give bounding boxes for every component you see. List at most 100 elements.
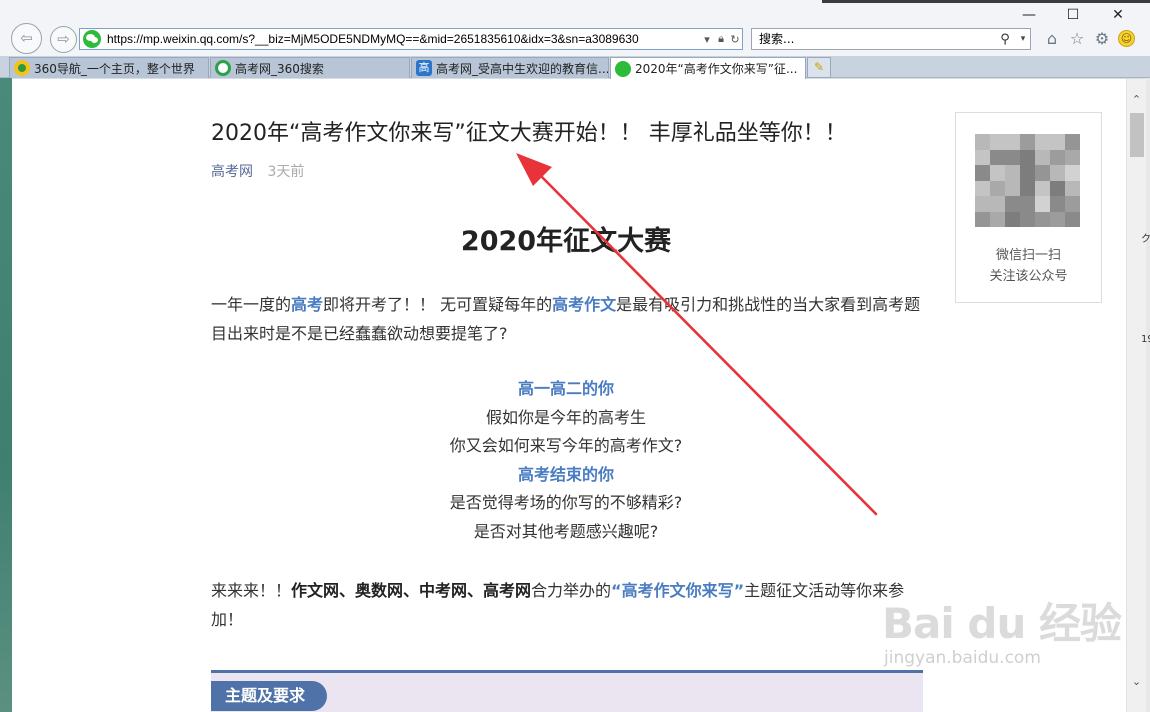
center-line: 你又会如何来写今年的高考作文?: [449, 436, 683, 455]
edge-fragment: 19: [1141, 334, 1150, 345]
qr-cell: [1020, 196, 1035, 212]
address-url[interactable]: https://mp.weixin.qq.com/s?__biz=MjM5ODE…: [107, 32, 700, 46]
article-source-link[interactable]: 高考网: [211, 164, 253, 180]
section-header: 主题及要求: [211, 670, 923, 712]
qr-cell: [975, 134, 990, 150]
intro-text: 即将开考了！！ 无可置疑每年的: [323, 295, 553, 314]
qr-cell: [975, 165, 990, 181]
qr-cell: [1020, 165, 1035, 181]
search-icon[interactable]: ⚲: [994, 32, 1016, 47]
qr-cell: [1020, 211, 1035, 227]
favorites-star-icon[interactable]: ☆: [1066, 28, 1088, 50]
qr-cell: [1035, 180, 1050, 196]
qr-cell: [1065, 134, 1080, 150]
desktop-edge: [1146, 78, 1150, 712]
qr-cell: [990, 196, 1005, 212]
closing-text: 来来来！！: [211, 581, 292, 600]
tab-label: 高考网_受高中生欢迎的教育信...: [436, 61, 608, 76]
titlebar-shadow: [822, 0, 1150, 3]
qr-cell: [1020, 180, 1035, 196]
home-icon[interactable]: ⌂: [1041, 28, 1063, 50]
center-line: 高考结束的你: [517, 464, 614, 484]
address-bar[interactable]: https://mp.weixin.qq.com/s?__biz=MjM5ODE…: [79, 28, 743, 50]
settings-gear-icon[interactable]: ⚙: [1091, 28, 1113, 50]
tab-wechat-article[interactable]: 2020年“高考作文你来写”征...: [610, 57, 806, 79]
smiley-feedback-icon[interactable]: ☺: [1118, 30, 1135, 47]
closing-paragraph: 来来来！！作文网、奥数网、中考网、高考网合力举办的“高考作文你来写”主题征文活动…: [211, 576, 931, 634]
center-line: 是否觉得考场的你写的不够精彩?: [449, 493, 683, 512]
360-icon: [14, 60, 30, 76]
qr-cell: [1005, 211, 1020, 227]
keyword-link[interactable]: 高考作文: [552, 295, 616, 314]
desktop-background-strip: [0, 78, 12, 712]
qr-cell: [990, 165, 1005, 181]
qr-cell: [975, 211, 990, 227]
article-heading: 2020年征文大赛: [460, 226, 672, 257]
tab-360-search[interactable]: 高考网_360搜索: [210, 57, 410, 78]
qr-cell: [1065, 196, 1080, 212]
qr-cell: [1050, 134, 1065, 150]
lock-icon[interactable]: 🔒︎: [714, 32, 728, 46]
center-text-block: 高一高二的你 假如你是今年的高考生 你又会如何来写今年的高考作文? 高考结束的你…: [211, 375, 921, 546]
qr-cell: [1035, 211, 1050, 227]
qr-cell: [1065, 211, 1080, 227]
dropdown-icon[interactable]: ▾: [700, 33, 714, 46]
forward-button[interactable]: ⇨: [50, 26, 77, 53]
article-meta: 高考网 3天前: [211, 161, 304, 181]
maximize-button[interactable]: ☐: [1062, 4, 1084, 26]
article-time: 3天前: [267, 164, 305, 180]
qr-cell: [990, 134, 1005, 150]
intro-paragraph: 一年一度的高考即将开考了！！ 无可置疑每年的高考作文是最有吸引力和挑战性的当大家…: [211, 290, 931, 348]
search-box[interactable]: ⚲ ▾: [751, 28, 1031, 50]
tab-label: 2020年“高考作文你来写”征...: [635, 62, 798, 76]
qr-cell: [990, 149, 1005, 165]
scroll-down-icon[interactable]: ⌄: [1127, 673, 1146, 691]
qr-caption-line1: 微信扫一扫: [995, 248, 1061, 263]
scroll-thumb[interactable]: [1130, 113, 1144, 157]
tab-label: 360导航_一个主页，整个世界: [34, 61, 195, 76]
edge-fragment: ク: [1141, 234, 1150, 245]
qr-cell: [1050, 149, 1065, 165]
center-line: 是否对其他考题感兴趣呢?: [473, 521, 659, 541]
qr-cell: [1035, 165, 1050, 181]
qr-cell: [1020, 149, 1035, 165]
scroll-up-icon[interactable]: ⌃: [1127, 91, 1146, 109]
organizers-text: 作文网、奥数网、中考网、高考网: [291, 581, 532, 600]
event-name: “高考作文你来写”: [611, 581, 745, 600]
qr-cell: [1065, 180, 1080, 196]
back-button[interactable]: ⇦: [11, 23, 42, 54]
qr-cell: [1005, 180, 1020, 196]
qr-cell: [1005, 165, 1020, 181]
tab-strip: 360导航_一个主页，整个世界 高考网_360搜索 高 高考网_受高中生欢迎的教…: [0, 56, 1150, 79]
intro-text: 一年一度的: [211, 295, 292, 314]
search-dropdown-icon[interactable]: ▾: [1016, 34, 1030, 44]
new-tab-button[interactable]: ✎: [807, 57, 831, 78]
qr-cell: [1065, 165, 1080, 181]
qr-caption: 微信扫一扫 关注该公众号: [956, 245, 1101, 287]
page-viewport: 2020年“高考作文你来写”征文大赛开始！！ 丰厚礼品坐等你！！ 高考网 3天前…: [12, 79, 1126, 712]
tab-gaokao[interactable]: 高 高考网_受高中生欢迎的教育信...: [411, 57, 609, 78]
section-label: 主题及要求: [211, 681, 328, 711]
keyword-link[interactable]: 高考: [291, 295, 323, 314]
qr-cell: [1050, 165, 1065, 181]
qr-cell: [1005, 149, 1020, 165]
qr-cell: [1005, 134, 1020, 150]
minimize-button[interactable]: —: [1018, 4, 1040, 26]
tab-360-nav[interactable]: 360导航_一个主页，整个世界: [9, 57, 209, 78]
gaokao-icon: 高: [416, 60, 432, 76]
vertical-scrollbar[interactable]: ⌃ ⌄: [1126, 79, 1146, 712]
qr-cell: [1035, 134, 1050, 150]
qr-cell: [1065, 149, 1080, 165]
qr-cell: [1050, 180, 1065, 196]
qr-code[interactable]: [975, 134, 1080, 227]
refresh-icon[interactable]: ↻: [728, 33, 742, 46]
qr-cell: [1050, 211, 1065, 227]
wechat-icon: [615, 60, 631, 77]
article-title: 2020年“高考作文你来写”征文大赛开始！！ 丰厚礼品坐等你！！: [211, 121, 847, 146]
qr-cell: [990, 180, 1005, 196]
back-arrow-icon: ⇦: [20, 29, 33, 47]
qr-cell: [1005, 196, 1020, 212]
close-button[interactable]: ✕: [1107, 4, 1129, 26]
search-input[interactable]: [752, 32, 994, 46]
new-tab-icon: ✎: [813, 60, 825, 74]
